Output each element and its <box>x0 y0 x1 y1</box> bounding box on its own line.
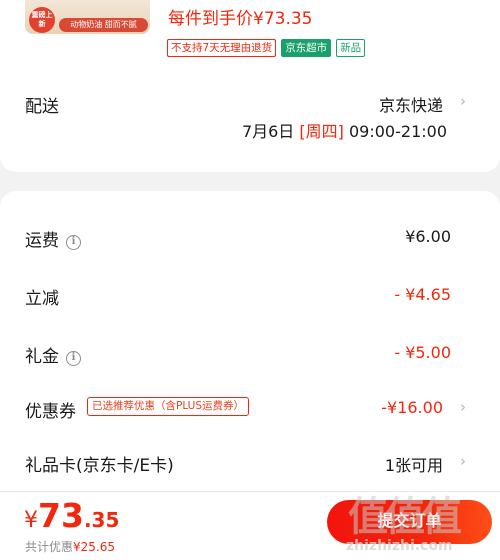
saved-amount: ¥25.65 <box>73 540 116 554</box>
shipping-label: 配送 <box>25 97 59 117</box>
chevron-right-icon[interactable]: › <box>460 398 466 416</box>
info-circle-icon[interactable]: i <box>66 235 81 250</box>
fee-summary-card: 运费 i ¥6.00 立减 - ¥4.65 礼金 i - ¥5.00 优惠券 已选推… <box>0 191 500 491</box>
submit-order-button[interactable]: 提交订单 <box>327 500 492 544</box>
coupon-selected-tag[interactable]: 已选推荐优惠（含PLUS运费券） <box>87 397 250 416</box>
total-price: ¥73.35 <box>24 496 119 535</box>
delivery-date: 7月6日 <box>241 122 295 141</box>
checkout-bar: ¥73.35 共计优惠¥25.65 提交订单 <box>0 491 500 560</box>
product-card: 重磅上新 动物奶油 甜而不腻 每件到手价¥73.35 不支持7天无理由退货 京东… <box>0 0 500 172</box>
currency-symbol: ¥ <box>24 508 38 533</box>
delivery-time[interactable]: 7月6日 [周四] 09:00-21:00 <box>242 118 447 142</box>
coupon-value[interactable]: -¥16.00 <box>381 398 443 417</box>
coupon-label: 优惠券 <box>25 402 76 422</box>
total-saved: 共计优惠¥25.65 <box>25 538 115 555</box>
gift-money-row: 礼金 i <box>25 342 81 367</box>
gift-money-label: 礼金 <box>25 347 59 367</box>
product-tags: 不支持7天无理由退货 京东超市 新品 <box>167 39 366 57</box>
delivery-weekday: [周四] <box>299 122 344 141</box>
gift-card-label: 礼品卡(京东卡/E卡) <box>25 456 174 476</box>
image-strip: 动物奶油 甜而不腻 <box>59 18 148 32</box>
freight-label: 运费 <box>25 231 59 251</box>
info-circle-icon[interactable]: i <box>66 351 81 366</box>
image-stamp: 重磅上新 <box>29 7 55 33</box>
total-integer: 73 <box>38 496 84 535</box>
total-decimal: .35 <box>83 508 120 532</box>
chevron-right-icon[interactable]: › <box>460 452 466 470</box>
shipping-method[interactable]: 京东快递 <box>379 92 443 116</box>
jd-supermarket-tag: 京东超市 <box>281 39 332 57</box>
instant-discount-label: 立减 <box>25 289 59 309</box>
product-image[interactable]: 重磅上新 动物奶油 甜而不腻 <box>25 0 150 34</box>
new-product-tag: 新品 <box>336 39 366 57</box>
gift-money-value: - ¥5.00 <box>394 343 451 362</box>
delivery-window: 09:00-21:00 <box>349 122 447 141</box>
instant-discount-value: - ¥4.65 <box>394 285 451 304</box>
freight-row: 运费 i <box>25 226 81 251</box>
saved-label: 共计优惠 <box>25 540 74 554</box>
no-return-tag: 不支持7天无理由退货 <box>167 39 277 57</box>
unit-price-note: 每件到手价¥73.35 <box>168 9 313 29</box>
chevron-right-icon[interactable]: › <box>460 92 466 110</box>
gift-card-value[interactable]: 1张可用 <box>385 452 443 476</box>
freight-value: ¥6.00 <box>405 227 451 246</box>
